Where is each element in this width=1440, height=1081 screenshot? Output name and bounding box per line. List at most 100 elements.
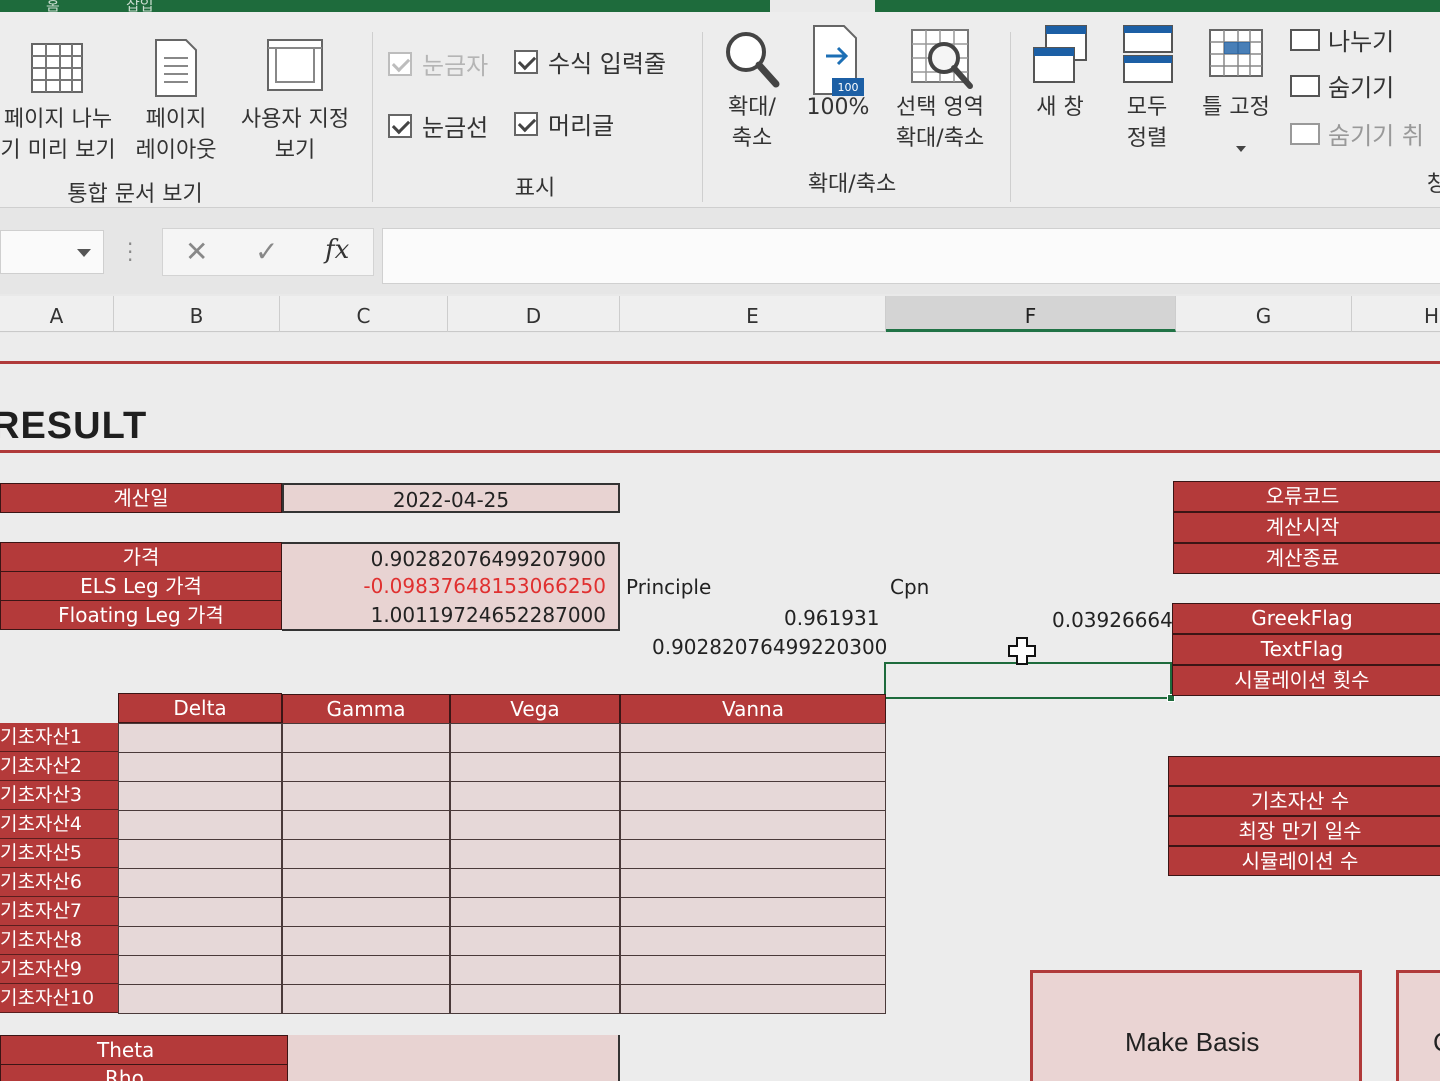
gridlines-checkbox[interactable]: 눈금선 bbox=[388, 108, 488, 143]
insert-function-icon[interactable]: fx bbox=[325, 235, 349, 265]
column-header-b[interactable]: B bbox=[114, 296, 280, 332]
custom-views-icon[interactable] bbox=[264, 36, 326, 96]
calc-date-value[interactable]: 2022-04-25 bbox=[282, 483, 620, 513]
els-leg-label: ELS Leg 가격 bbox=[0, 571, 282, 601]
worksheet[interactable]: RESULT 계산일 2022-04-25 가격 0.9028207649920… bbox=[0, 333, 1440, 1081]
greek-value-cell[interactable] bbox=[118, 752, 282, 782]
zoom-100-button[interactable]: 100% bbox=[800, 92, 876, 123]
floating-leg-value[interactable]: 1.00119724652287000 bbox=[282, 600, 620, 631]
greek-value-cell[interactable] bbox=[118, 955, 282, 985]
greek-value-cell[interactable] bbox=[118, 868, 282, 898]
greek-value-cell[interactable] bbox=[282, 897, 450, 927]
greek-value-cell[interactable] bbox=[620, 868, 886, 898]
greek-value-cell[interactable] bbox=[282, 839, 450, 869]
greek-value-cell[interactable] bbox=[620, 723, 886, 753]
new-window-button[interactable]: 새 창 bbox=[1024, 92, 1096, 123]
greek-value-cell[interactable] bbox=[118, 926, 282, 956]
floating-leg-label: Floating Leg 가격 bbox=[0, 600, 282, 630]
freeze-panes-icon[interactable] bbox=[1206, 26, 1266, 86]
greek-value-cell[interactable] bbox=[118, 839, 282, 869]
greek-value-cell[interactable] bbox=[282, 723, 450, 753]
tab-view-active[interactable] bbox=[770, 0, 875, 12]
page-break-preview-icon[interactable] bbox=[30, 42, 86, 98]
ruler-checkbox[interactable]: 눈금자 bbox=[388, 46, 488, 81]
greek-value-cell[interactable] bbox=[282, 752, 450, 782]
enter-icon[interactable]: ✓ bbox=[255, 235, 278, 268]
greek-value-cell[interactable] bbox=[450, 926, 620, 956]
greek-value-cell[interactable] bbox=[450, 723, 620, 753]
page-layout-button[interactable]: 페이지 레이아웃 bbox=[128, 104, 224, 166]
status-label: 오류코드 bbox=[1173, 481, 1440, 512]
greek-value-cell[interactable] bbox=[450, 839, 620, 869]
zoom-button[interactable]: 확대/ 축소 bbox=[712, 92, 792, 154]
greek-value-cell[interactable] bbox=[282, 955, 450, 985]
column-header-h[interactable]: H bbox=[1352, 296, 1440, 332]
column-header-c[interactable]: C bbox=[280, 296, 448, 332]
principle-value-2: 0.90282076499220300 bbox=[652, 635, 888, 659]
split-button[interactable]: 나누기 bbox=[1290, 22, 1394, 57]
greek-value-cell[interactable] bbox=[450, 984, 620, 1014]
hide-button[interactable]: 숨기기 bbox=[1290, 68, 1394, 103]
theta-value[interactable] bbox=[288, 1035, 620, 1065]
els-leg-value[interactable]: -0.09837648153066250 bbox=[282, 571, 620, 601]
custom-views-button[interactable]: 사용자 지정 보기 bbox=[228, 104, 362, 166]
greek-value-cell[interactable] bbox=[620, 955, 886, 985]
name-box[interactable] bbox=[0, 230, 104, 274]
headings-checkbox[interactable]: 머리글 bbox=[514, 106, 614, 141]
column-header-f[interactable]: F bbox=[886, 296, 1176, 332]
greek-value-cell[interactable] bbox=[620, 752, 886, 782]
greek-value-cell[interactable] bbox=[450, 752, 620, 782]
column-header-e[interactable]: E bbox=[620, 296, 886, 332]
formula-input[interactable] bbox=[382, 228, 1440, 284]
arrange-all-icon[interactable] bbox=[1120, 22, 1176, 86]
asset-row-label: 기초자산10 bbox=[0, 984, 118, 1013]
greek-value-cell[interactable] bbox=[118, 781, 282, 811]
resize-handle-icon[interactable]: · · · bbox=[127, 234, 133, 270]
cancel-icon[interactable]: ✕ bbox=[185, 235, 208, 268]
greek-value-cell[interactable] bbox=[282, 984, 450, 1014]
zoom-100-icon[interactable]: 100 bbox=[810, 24, 868, 98]
chevron-down-icon[interactable] bbox=[77, 249, 91, 257]
greek-value-cell[interactable] bbox=[282, 926, 450, 956]
greek-value-cell[interactable] bbox=[620, 839, 886, 869]
greek-value-cell[interactable] bbox=[282, 781, 450, 811]
unhide-button[interactable]: 숨기기 취 bbox=[1290, 116, 1424, 151]
greek-value-cell[interactable] bbox=[620, 926, 886, 956]
selected-cell[interactable] bbox=[884, 662, 1175, 702]
greek-value-cell[interactable] bbox=[282, 810, 450, 840]
page-layout-icon[interactable] bbox=[152, 38, 200, 100]
new-window-icon[interactable] bbox=[1030, 22, 1090, 88]
page-break-preview-button[interactable]: 페이지 나누 기 미리 보기 bbox=[0, 104, 122, 166]
zoom-to-selection-icon[interactable] bbox=[908, 26, 976, 96]
asset-row-label: 기초자산1 bbox=[0, 723, 118, 752]
greek-value-cell[interactable] bbox=[450, 955, 620, 985]
greek-value-cell[interactable] bbox=[450, 781, 620, 811]
greek-value-cell[interactable] bbox=[620, 781, 886, 811]
greek-value-cell[interactable] bbox=[450, 868, 620, 898]
column-header-a[interactable]: A bbox=[0, 296, 114, 332]
greek-value-cell[interactable] bbox=[620, 897, 886, 927]
greek-value-cell[interactable] bbox=[118, 984, 282, 1014]
column-header-g[interactable]: G bbox=[1176, 296, 1352, 332]
greek-value-cell[interactable] bbox=[450, 897, 620, 927]
flag-label: GreekFlag bbox=[1172, 603, 1440, 634]
freeze-panes-button[interactable]: 틀 고정 bbox=[1192, 92, 1280, 123]
greek-value-cell[interactable] bbox=[282, 868, 450, 898]
arrange-all-button[interactable]: 모두 정렬 bbox=[1110, 92, 1184, 154]
checkbox-box bbox=[514, 49, 538, 74]
zoom-to-selection-button[interactable]: 선택 영역 확대/축소 bbox=[880, 92, 1000, 154]
greek-value-cell[interactable] bbox=[118, 897, 282, 927]
rho-value[interactable] bbox=[288, 1064, 620, 1081]
greek-value-cell[interactable] bbox=[118, 723, 282, 753]
price-value[interactable]: 0.90282076499207900 bbox=[282, 542, 620, 572]
greek-value-cell[interactable] bbox=[118, 810, 282, 840]
formula-bar-checkbox[interactable]: 수식 입력줄 bbox=[514, 44, 666, 79]
second-action-button[interactable]: C bbox=[1396, 970, 1440, 1081]
greek-value-cell[interactable] bbox=[620, 984, 886, 1014]
greek-value-cell[interactable] bbox=[620, 810, 886, 840]
column-header-d[interactable]: D bbox=[448, 296, 620, 332]
zoom-magnifier-icon[interactable] bbox=[722, 26, 782, 96]
chevron-down-icon[interactable] bbox=[1234, 144, 1248, 154]
make-basis-button[interactable]: Make Basis bbox=[1030, 970, 1362, 1081]
greek-value-cell[interactable] bbox=[450, 810, 620, 840]
